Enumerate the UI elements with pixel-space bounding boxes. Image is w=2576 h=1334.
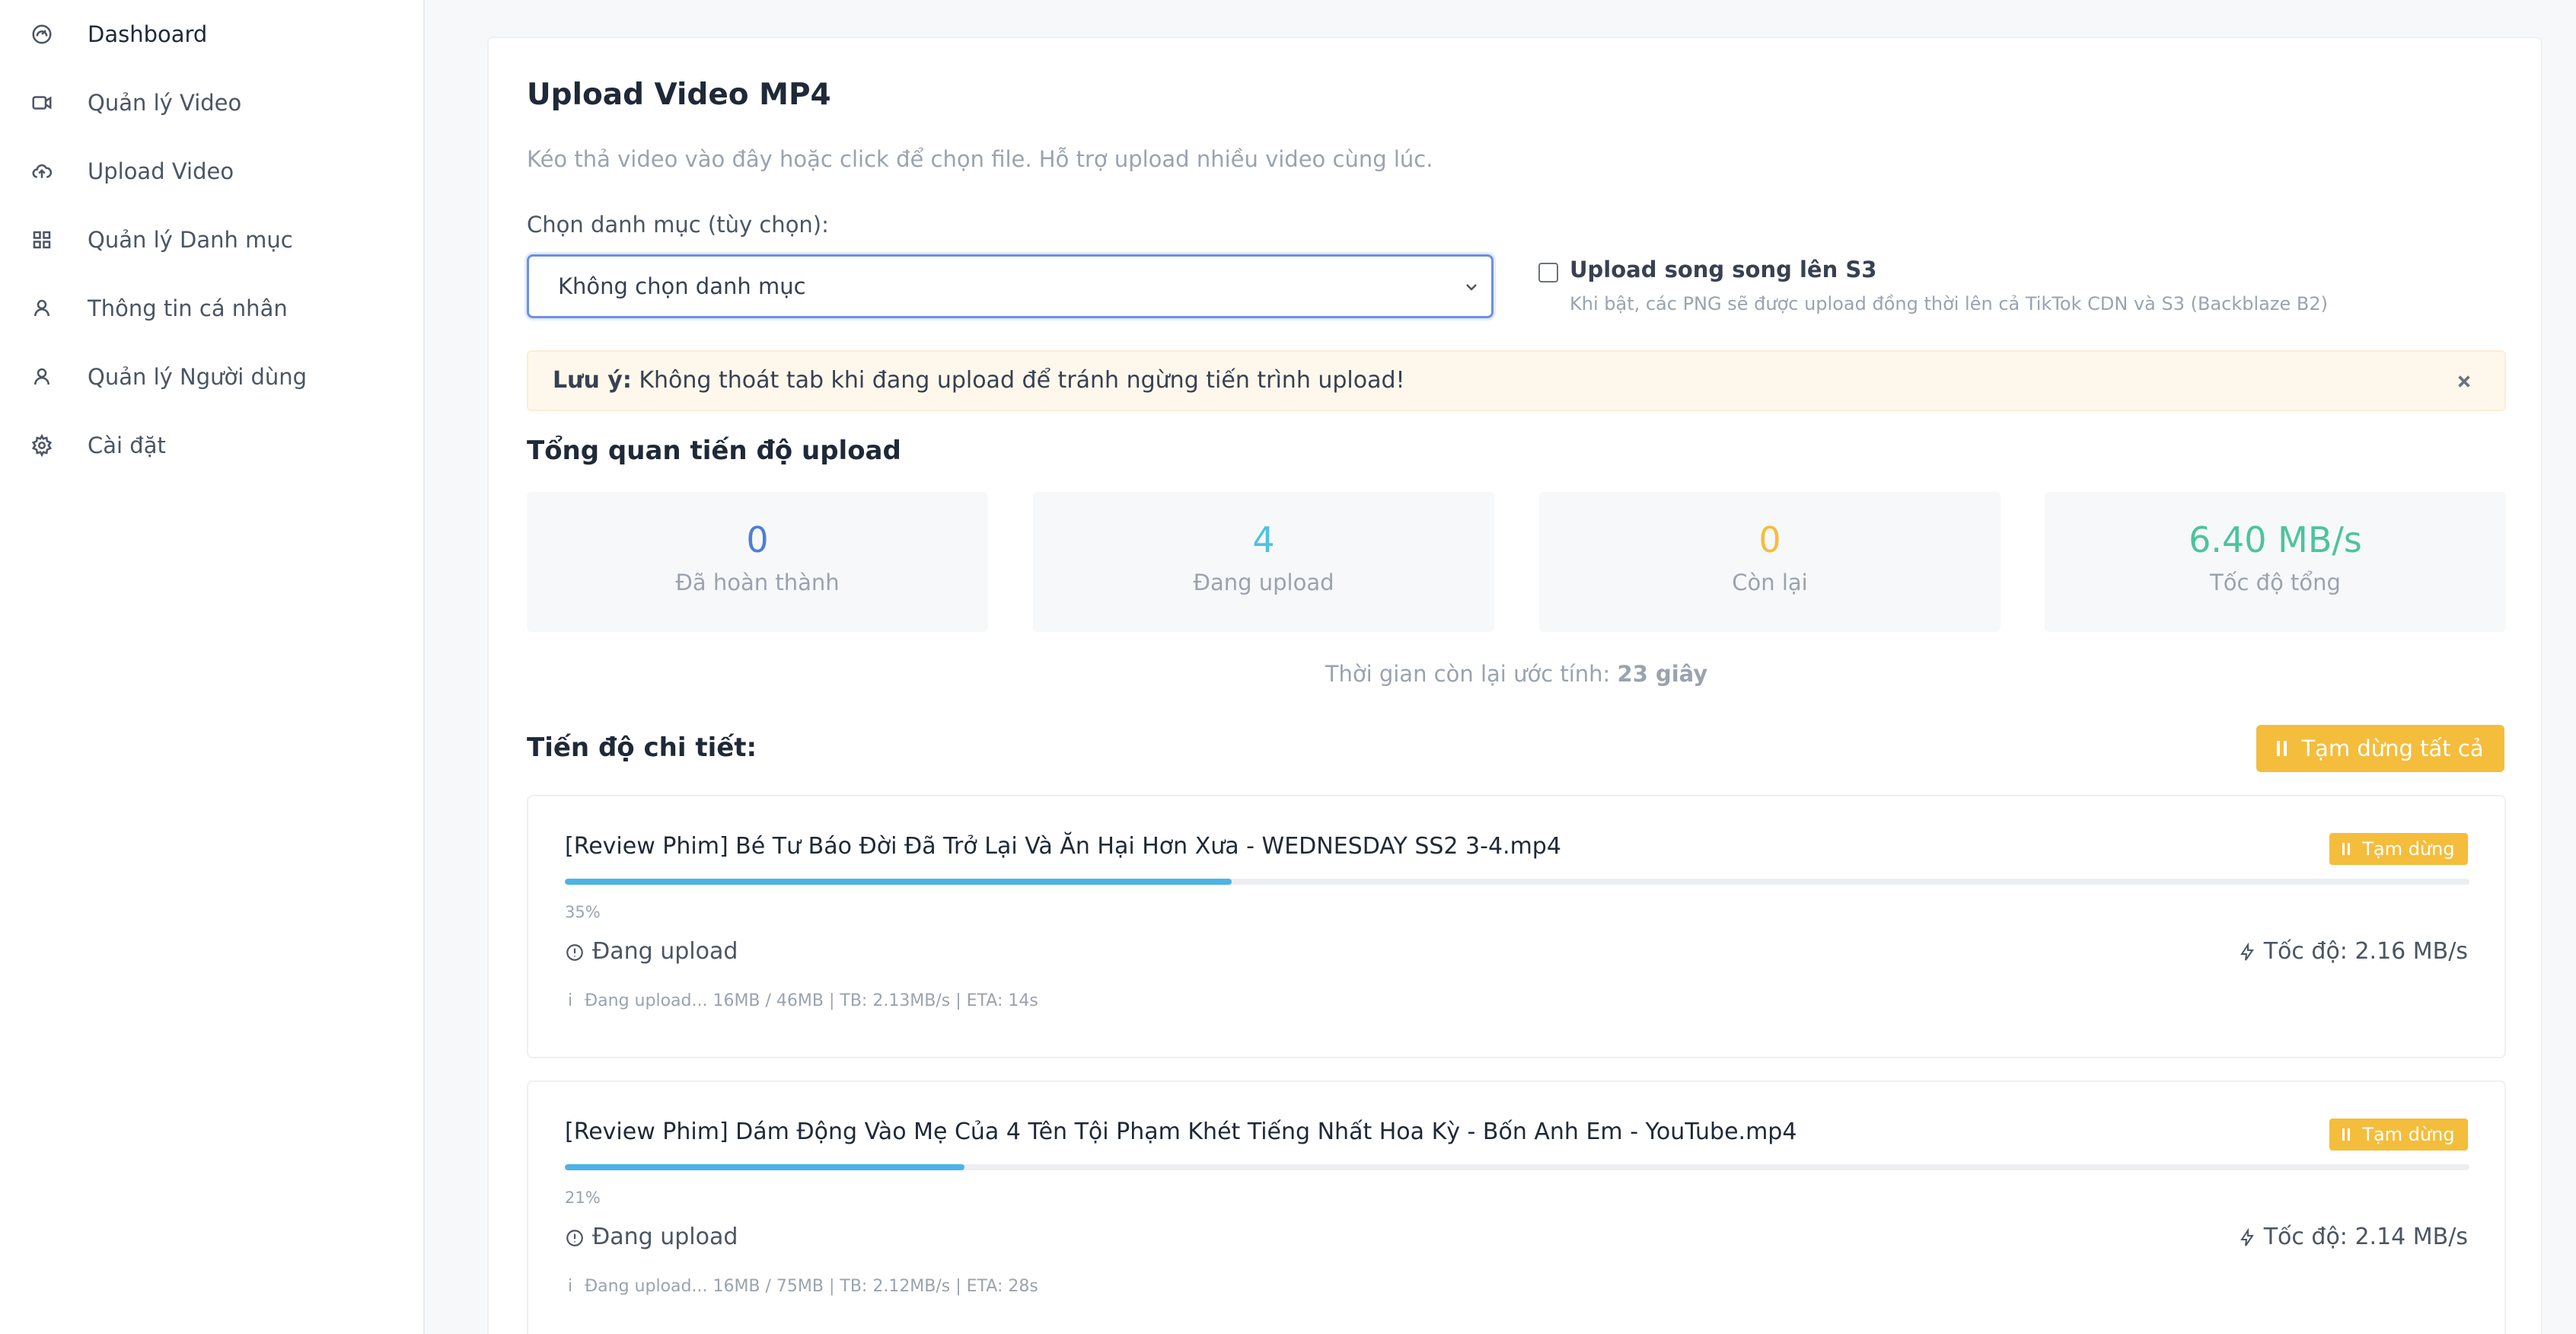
eta-label: Thời gian còn lại ước tính: <box>1325 661 1618 687</box>
lightning-icon <box>2238 942 2256 962</box>
upload-speed: Tốc độ: 2.14 MB/s <box>2238 1224 2468 1250</box>
pause-button[interactable]: Tạm dừng <box>2329 833 2468 865</box>
stat-completed: 0 Đã hoàn thành <box>527 492 988 632</box>
upload-status: Đang upload <box>565 1224 738 1250</box>
estimated-time: Thời gian còn lại ước tính: 23 giây <box>489 661 2544 687</box>
progress-percent: 35% <box>565 903 601 921</box>
sidebar-item-label: Quản lý Người dùng <box>88 364 308 390</box>
speed-value: 2.16 MB/s <box>2354 938 2468 965</box>
speed-value: 2.14 MB/s <box>2354 1224 2468 1250</box>
stat-label: Đang upload <box>1193 570 1334 595</box>
video-camera-icon <box>29 90 55 116</box>
stat-total-speed: 6.40 MB/s Tốc độ tổng <box>2045 492 2506 632</box>
dashboard-gauge-icon <box>29 21 55 47</box>
sidebar-item-user-management[interactable]: Quản lý Người dùng <box>0 343 423 411</box>
category-select-value: Không chọn danh mục <box>558 273 806 299</box>
sidebar-item-dashboard[interactable]: Dashboard <box>0 0 423 69</box>
sidebar-item-label: Quản lý Danh mục <box>88 227 293 253</box>
category-select[interactable]: Không chọn danh mục <box>527 254 1494 318</box>
sidebar-item-upload-video[interactable]: Upload Video <box>0 137 423 206</box>
info-circle-icon <box>565 942 585 962</box>
upload-item: [Review Phim] Bé Tư Báo Đời Đã Trở Lại V… <box>527 795 2506 1058</box>
upload-card: Upload Video MP4 Kéo thả video vào đây h… <box>487 37 2543 1334</box>
stat-value: 0 <box>1758 519 1781 560</box>
pause-all-button[interactable]: Tạm dừng tất cả <box>2256 725 2504 772</box>
speed-label: Tốc độ: <box>2263 938 2348 965</box>
progress-percent: 21% <box>565 1189 601 1207</box>
sidebar-item-label: Upload Video <box>88 158 234 184</box>
upload-speed: Tốc độ: 2.16 MB/s <box>2238 938 2468 965</box>
cloud-upload-icon <box>29 158 55 184</box>
sidebar-item-label: Thông tin cá nhân <box>88 295 288 321</box>
sidebar-item-profile[interactable]: Thông tin cá nhân <box>0 274 423 343</box>
stat-label: Còn lại <box>1732 570 1808 595</box>
file-name: [Review Phim] Bé Tư Báo Đời Đã Trở Lại V… <box>565 833 1561 860</box>
user-icon <box>29 364 55 390</box>
file-name: [Review Phim] Dám Động Vào Mẹ Của 4 Tên … <box>565 1119 1797 1145</box>
detail-progress-title: Tiến độ chi tiết: <box>527 732 757 763</box>
upload-item: [Review Phim] Dám Động Vào Mẹ Của 4 Tên … <box>527 1080 2506 1334</box>
stat-value: 4 <box>1252 519 1275 560</box>
page-title: Upload Video MP4 <box>527 78 831 112</box>
stat-remaining: 0 Còn lại <box>1539 492 2001 632</box>
stat-label: Tốc độ tổng <box>2210 570 2341 595</box>
stat-value: 0 <box>746 519 769 560</box>
s3-parallel-label[interactable]: Upload song song lên S3 <box>1570 257 1876 282</box>
grid-icon <box>29 227 55 253</box>
status-text: Đang upload <box>592 1224 738 1250</box>
overview-title: Tổng quan tiến độ upload <box>527 436 901 466</box>
info-icon: i <box>568 991 573 1010</box>
chevron-down-icon <box>1462 278 1481 296</box>
s3-parallel-help: Khi bật, các PNG sẽ được upload đồng thờ… <box>1570 293 2328 314</box>
stat-label: Đã hoàn thành <box>675 570 840 595</box>
sidebar-item-category-management[interactable]: Quản lý Danh mục <box>0 206 423 274</box>
sidebar-item-label: Dashboard <box>88 21 208 47</box>
pause-icon <box>2342 843 2353 855</box>
stat-value: 6.40 MB/s <box>2189 519 2362 560</box>
info-icon: i <box>568 1277 573 1296</box>
upload-detail: i Đang upload... 16MB / 75MB | TB: 2.12MB… <box>565 1277 1038 1296</box>
s3-parallel-checkbox[interactable] <box>1538 263 1558 282</box>
status-text: Đang upload <box>592 938 738 965</box>
pause-button[interactable]: Tạm dừng <box>2329 1119 2468 1150</box>
stat-uploading: 4 Đang upload <box>1033 492 1494 632</box>
sidebar-item-label: Cài đặt <box>88 432 166 458</box>
progress-bar <box>565 1164 2469 1170</box>
warning-alert: Lưu ý: Không thoát tab khi đang upload đ… <box>527 350 2506 411</box>
pause-label: Tạm dừng <box>2362 1124 2455 1145</box>
sidebar-item-settings[interactable]: Cài đặt <box>0 411 423 480</box>
sidebar-item-video-management[interactable]: Quản lý Video <box>0 69 423 137</box>
alert-text: Không thoát tab khi đang upload để tránh… <box>631 367 1405 394</box>
progress-fill <box>565 879 1232 885</box>
sidebar: Dashboard Quản lý Video Upload Video Quả… <box>0 0 425 1334</box>
upload-status: Đang upload <box>565 938 738 965</box>
gear-icon <box>29 432 55 458</box>
info-circle-icon <box>565 1227 585 1247</box>
close-icon[interactable] <box>2453 370 2476 393</box>
category-select-label: Chọn danh mục (tùy chọn): <box>527 212 829 238</box>
alert-bold: Lưu ý: <box>553 367 632 394</box>
pause-all-label: Tạm dừng tất cả <box>2301 736 2484 761</box>
pause-label: Tạm dừng <box>2362 838 2455 860</box>
pause-icon <box>2277 741 2291 756</box>
detail-text: Đang upload... 16MB / 46MB | TB: 2.13MB/… <box>585 991 1038 1010</box>
user-icon <box>29 295 55 321</box>
lightning-icon <box>2238 1227 2256 1247</box>
dropzone-hint[interactable]: Kéo thả video vào đây hoặc click để chọn… <box>527 146 1433 172</box>
detail-text: Đang upload... 16MB / 75MB | TB: 2.12MB/… <box>585 1277 1038 1296</box>
upload-detail: i Đang upload... 16MB / 46MB | TB: 2.13MB… <box>565 991 1038 1010</box>
progress-fill <box>565 1164 965 1170</box>
progress-bar <box>565 879 2469 885</box>
speed-label: Tốc độ: <box>2263 1224 2348 1250</box>
eta-value: 23 giây <box>1617 661 1708 687</box>
alert-message: Lưu ý: Không thoát tab khi đang upload đ… <box>553 367 1405 394</box>
pause-icon <box>2342 1128 2353 1141</box>
sidebar-item-label: Quản lý Video <box>88 90 242 116</box>
